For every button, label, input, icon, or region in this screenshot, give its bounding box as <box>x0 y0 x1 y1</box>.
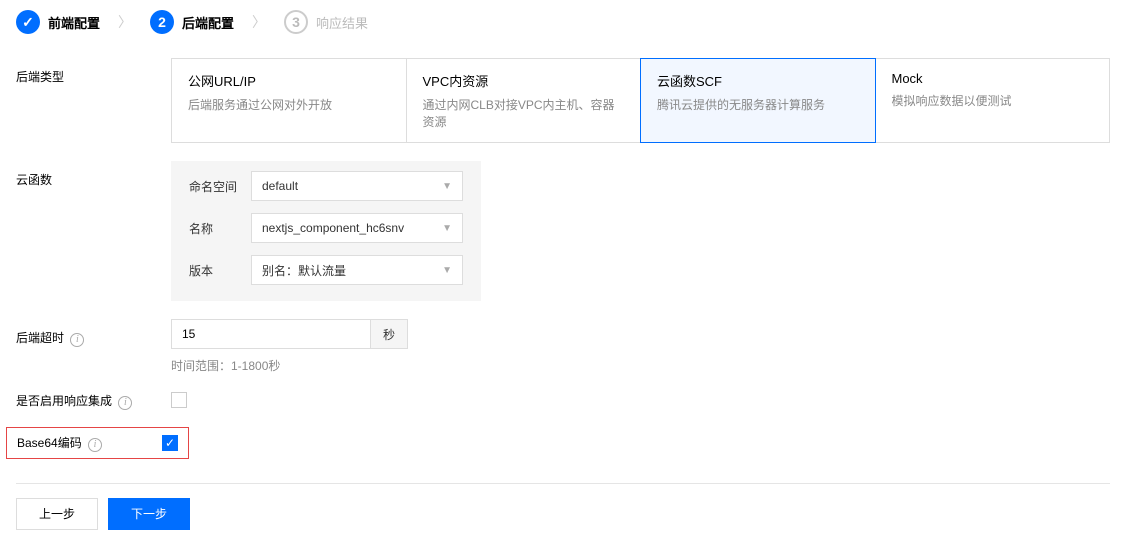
version-value: 别名：默认流量 <box>262 262 346 279</box>
wizard-steps: 前端配置 〉 2 后端配置 〉 3 响应结果 <box>16 10 1110 34</box>
scf-config-block: 命名空间 default ▼ 名称 nextjs_component_hc6sn… <box>171 161 481 301</box>
name-select[interactable]: nextjs_component_hc6snv ▼ <box>251 213 463 243</box>
card-desc: 后端服务通过公网对外开放 <box>188 96 390 113</box>
scf-config-row: 云函数 命名空间 default ▼ 名称 nextjs_component_h… <box>16 161 1110 301</box>
namespace-label: 命名空间 <box>189 178 251 195</box>
backend-type-label: 后端类型 <box>16 58 171 85</box>
card-title: VPC内资源 <box>423 71 625 90</box>
chevron-right-icon: 〉 <box>118 12 132 32</box>
base64-label: Base64编码 <box>17 434 162 452</box>
backend-card-vpc[interactable]: VPC内资源 通过内网CLB对接VPC内主机、容器资源 <box>406 58 642 143</box>
step-number: 2 <box>150 10 174 34</box>
step-frontend: 前端配置 <box>16 10 100 34</box>
backend-type-cards: 公网URL/IP 后端服务通过公网对外开放 VPC内资源 通过内网CLB对接VP… <box>171 58 1110 143</box>
step-backend: 2 后端配置 <box>150 10 234 34</box>
timeout-input-group: 秒 <box>171 319 1110 349</box>
card-desc: 模拟响应数据以便测试 <box>892 92 1094 109</box>
namespace-value: default <box>262 179 298 193</box>
chevron-right-icon: 〉 <box>252 12 266 32</box>
timeout-hint: 时间范围：1-1800秒 <box>171 357 1110 374</box>
step-backend-label: 后端配置 <box>182 13 234 32</box>
prev-button[interactable]: 上一步 <box>16 498 98 530</box>
info-icon[interactable] <box>88 438 102 452</box>
name-label: 名称 <box>189 220 251 237</box>
response-integration-checkbox[interactable] <box>171 392 187 408</box>
step-number: 3 <box>284 10 308 34</box>
name-value: nextjs_component_hc6snv <box>262 221 404 235</box>
footer-actions: 上一步 下一步 <box>16 483 1110 530</box>
scf-label: 云函数 <box>16 161 171 188</box>
check-icon <box>16 10 40 34</box>
caret-down-icon: ▼ <box>442 181 452 192</box>
namespace-select[interactable]: default ▼ <box>251 171 463 201</box>
backend-card-url[interactable]: 公网URL/IP 后端服务通过公网对外开放 <box>171 58 407 143</box>
response-integration-label: 是否启用响应集成 <box>16 392 171 410</box>
backend-type-row: 后端类型 公网URL/IP 后端服务通过公网对外开放 VPC内资源 通过内网CL… <box>16 58 1110 143</box>
next-button[interactable]: 下一步 <box>108 498 190 530</box>
card-title: Mock <box>892 71 1094 86</box>
backend-card-scf[interactable]: 云函数SCF 腾讯云提供的无服务器计算服务 <box>640 58 876 143</box>
caret-down-icon: ▼ <box>442 265 452 276</box>
version-select[interactable]: 别名：默认流量 ▼ <box>251 255 463 285</box>
info-icon[interactable] <box>70 333 84 347</box>
card-title: 云函数SCF <box>657 71 859 90</box>
step-frontend-label: 前端配置 <box>48 13 100 32</box>
card-desc: 腾讯云提供的无服务器计算服务 <box>657 96 859 113</box>
info-icon[interactable] <box>118 396 132 410</box>
timeout-row: 后端超时 秒 时间范围：1-1800秒 <box>16 319 1110 374</box>
card-desc: 通过内网CLB对接VPC内主机、容器资源 <box>423 96 625 130</box>
timeout-unit: 秒 <box>371 319 408 349</box>
backend-card-mock[interactable]: Mock 模拟响应数据以便测试 <box>875 58 1111 143</box>
base64-checkbox[interactable] <box>162 435 178 451</box>
timeout-label: 后端超时 <box>16 319 171 347</box>
version-label: 版本 <box>189 262 251 279</box>
card-title: 公网URL/IP <box>188 71 390 90</box>
base64-row: Base64编码 <box>16 427 1110 459</box>
base64-highlight: Base64编码 <box>6 427 189 459</box>
step-response: 3 响应结果 <box>284 10 368 34</box>
timeout-input[interactable] <box>171 319 371 349</box>
step-response-label: 响应结果 <box>316 13 368 32</box>
caret-down-icon: ▼ <box>442 223 452 234</box>
response-integration-row: 是否启用响应集成 <box>16 392 1110 411</box>
